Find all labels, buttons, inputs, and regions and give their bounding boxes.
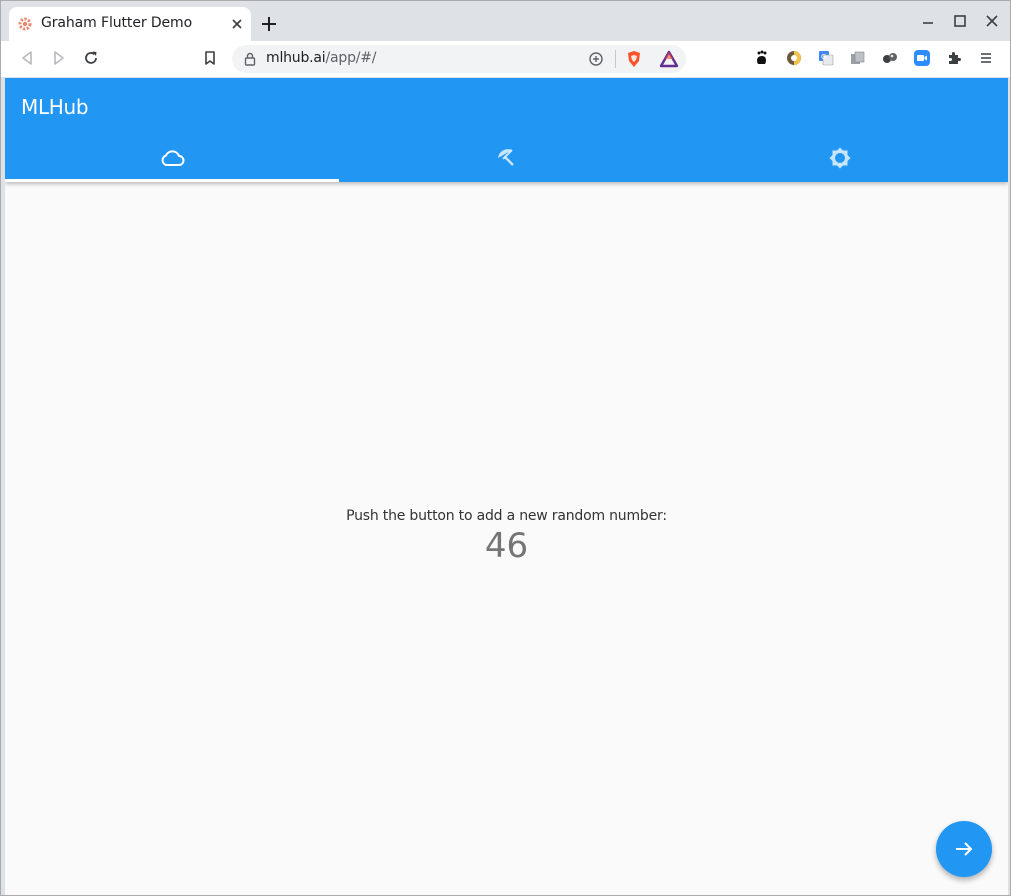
- extensions-icon[interactable]: [946, 50, 962, 66]
- next-fab-button[interactable]: [936, 821, 992, 877]
- brave-rewards-icon[interactable]: [659, 50, 679, 68]
- back-icon[interactable]: [18, 49, 36, 67]
- beach-access-icon: [498, 149, 514, 166]
- browser-toolbar: mlhub.ai/app/#/ G: [1, 41, 1010, 77]
- brightness-icon: [829, 147, 851, 169]
- menu-icon[interactable]: [978, 50, 994, 66]
- address-bar[interactable]: mlhub.ai/app/#/: [232, 45, 686, 73]
- tab-cloud[interactable]: [5, 134, 339, 182]
- new-tab-icon[interactable]: [260, 15, 278, 33]
- bookmark-icon[interactable]: [201, 49, 219, 67]
- tab-beach[interactable]: [339, 134, 673, 182]
- tab-settings[interactable]: [673, 134, 1007, 182]
- google-translate-icon[interactable]: G: [818, 50, 834, 66]
- counter-value: 46: [484, 526, 529, 566]
- url-path: /app/#/: [325, 50, 377, 66]
- lock-icon[interactable]: [244, 52, 256, 66]
- brave-shields-icon[interactable]: [625, 50, 643, 68]
- reload-icon[interactable]: [82, 49, 100, 67]
- tab-indicator: [5, 179, 339, 182]
- url-host: mlhub.ai: [266, 50, 326, 66]
- tab-title: Graham Flutter Demo: [41, 15, 193, 31]
- content-center: Push the button to add a new random numb…: [5, 508, 1008, 566]
- browser-window: Graham Flutter Demo mlhub.ai/app/#/ G ML…: [0, 0, 1011, 896]
- forward-icon[interactable]: [50, 49, 68, 67]
- app-title: MLHub: [21, 95, 89, 119]
- tab-manager-extension-icon[interactable]: [850, 50, 866, 66]
- spheres-extension-icon[interactable]: [882, 50, 898, 66]
- cloud-icon: [161, 150, 185, 166]
- browser-tab[interactable]: Graham Flutter Demo: [9, 7, 251, 41]
- gnome-extension-icon[interactable]: [754, 50, 770, 66]
- url-text[interactable]: mlhub.ai/app/#/: [266, 50, 377, 66]
- privacy-extension-icon[interactable]: [786, 50, 802, 66]
- close-window-icon[interactable]: [984, 13, 1000, 29]
- maximize-icon[interactable]: [952, 13, 968, 29]
- flutter-favicon-icon: [18, 17, 32, 31]
- message-text: Push the button to add a new random numb…: [346, 508, 667, 524]
- minimize-icon[interactable]: [920, 13, 936, 29]
- svg-text:G: G: [821, 53, 826, 61]
- zoom-icon[interactable]: [588, 51, 604, 67]
- zoom-meetings-extension-icon[interactable]: [914, 50, 930, 66]
- omnibox-divider: [615, 50, 616, 68]
- app-viewport: MLHub Push the button to add a new rando…: [5, 78, 1008, 895]
- tab-strip: Graham Flutter Demo: [1, 1, 1010, 41]
- close-icon[interactable]: [229, 16, 245, 32]
- app-bar: MLHub: [5, 78, 1008, 182]
- arrow-forward-icon: [956, 842, 973, 856]
